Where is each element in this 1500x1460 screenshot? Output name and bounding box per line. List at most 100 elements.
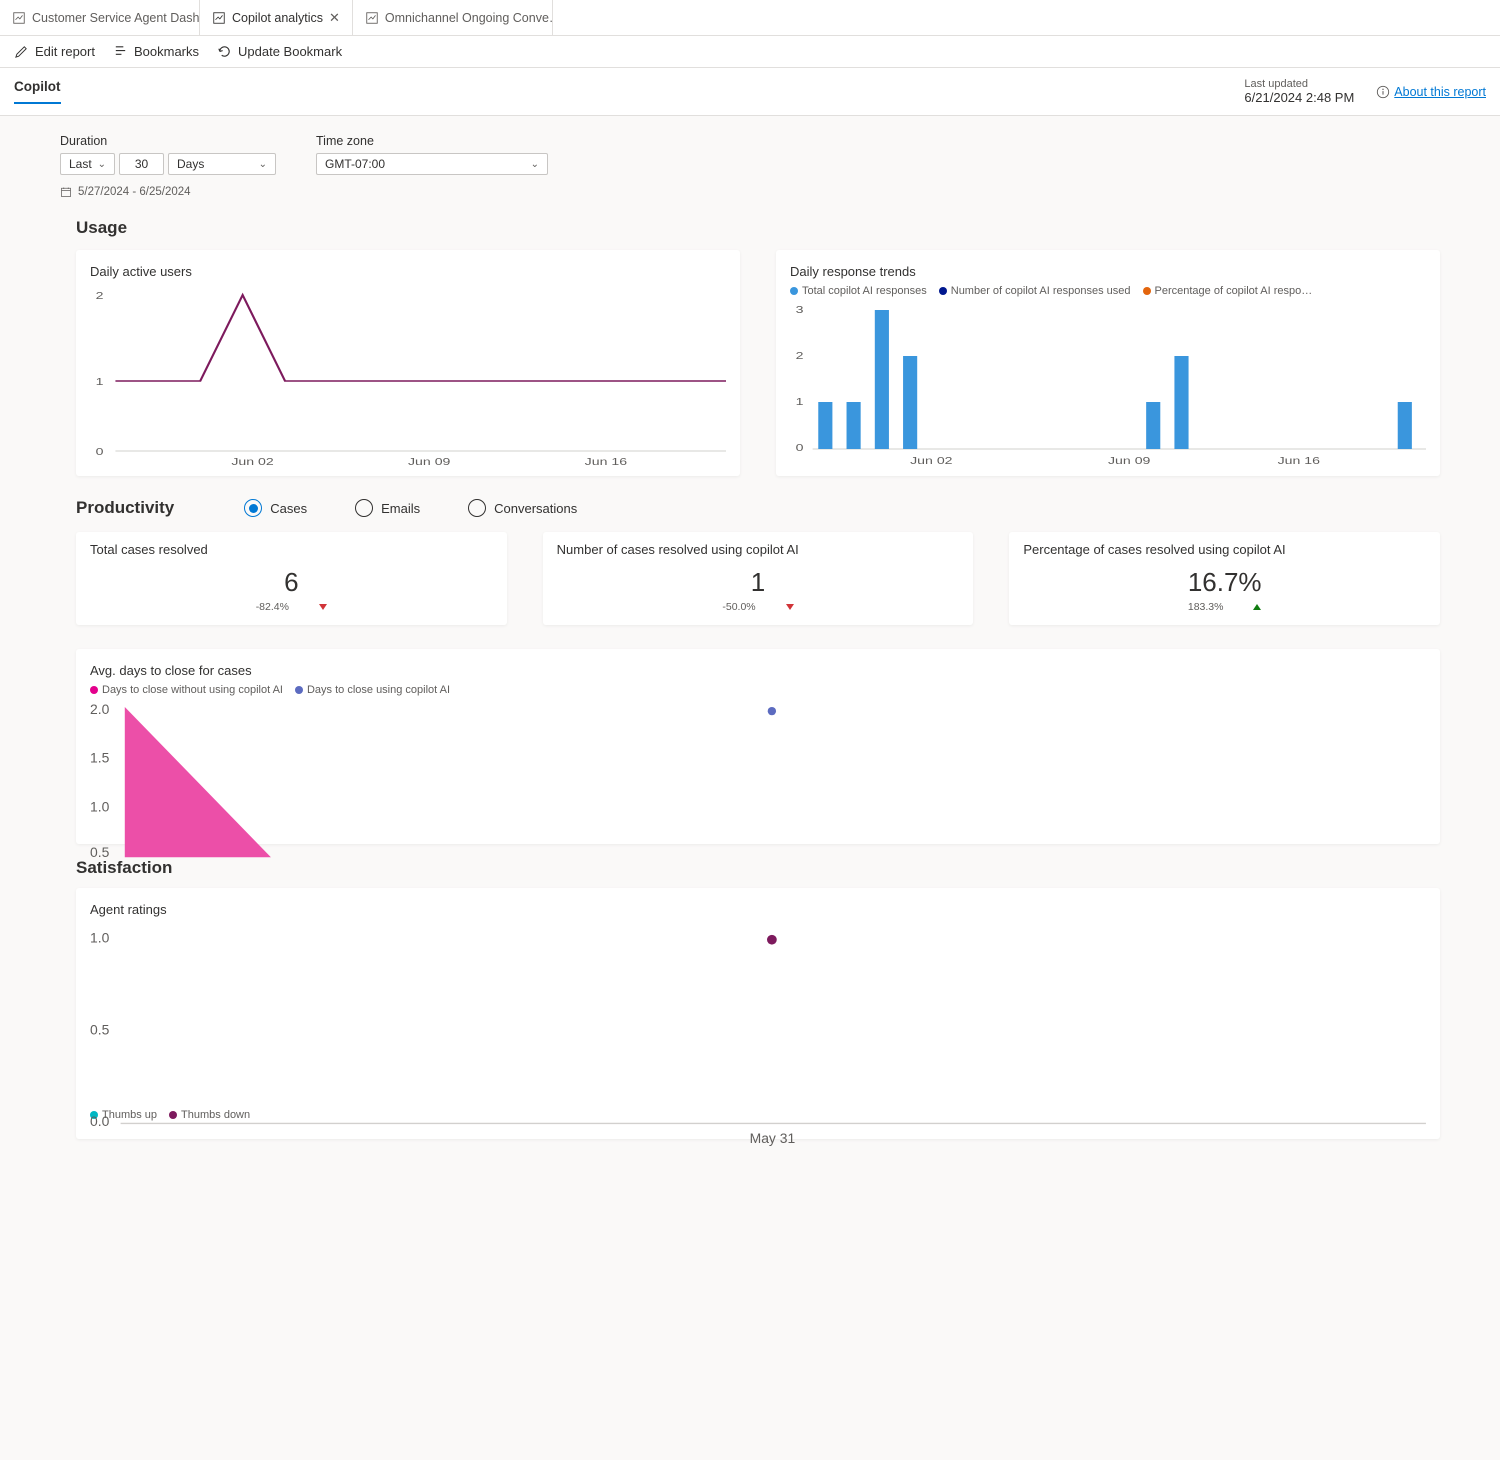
radio-cases[interactable]: Cases: [244, 499, 307, 517]
trend-down-icon: [786, 604, 794, 610]
date-range-text: 5/27/2024 - 6/25/2024: [78, 186, 191, 198]
bookmark-icon: [113, 44, 128, 59]
last-updated-label: Last updated: [1244, 78, 1354, 90]
kpi-delta: -50.0%: [722, 601, 755, 613]
tab-omnichannel[interactable]: Omnichannel Ongoing Conve…: [353, 0, 553, 35]
daily-response-trends-card: Daily response trends Total copilot AI r…: [776, 250, 1440, 476]
card-title: Avg. days to close for cases: [90, 663, 1426, 678]
radio-icon: [244, 499, 262, 517]
trend-down-icon: [319, 604, 327, 610]
radio-icon: [468, 499, 486, 517]
svg-text:Jun 02: Jun 02: [910, 455, 953, 466]
select-value: Days: [177, 157, 204, 171]
radio-label: Conversations: [494, 501, 577, 516]
tab-copilot-analytics[interactable]: Copilot analytics ✕: [200, 0, 353, 35]
close-icon[interactable]: ✕: [329, 10, 340, 26]
duration-unit-select[interactable]: Days ⌄: [168, 153, 276, 175]
svg-text:May 31: May 31: [750, 1130, 796, 1146]
about-label: About this report: [1394, 85, 1486, 99]
date-range-display: 5/27/2024 - 6/25/2024: [60, 186, 276, 198]
kpi-delta: -82.4%: [256, 601, 289, 613]
trend-up-icon: [1253, 604, 1261, 610]
toolbar-label: Update Bookmark: [238, 44, 342, 59]
report-icon: [212, 11, 226, 25]
svg-text:Jun 02: Jun 02: [231, 456, 274, 465]
chart-legend: Total copilot AI responses Number of cop…: [790, 285, 1426, 297]
legend-label: Days to close using copilot AI: [307, 684, 450, 696]
agent-ratings-card: Agent ratings 1.0 0.5 0.0 May 31 Thumbs …: [76, 888, 1440, 1139]
subtab-copilot[interactable]: Copilot: [14, 79, 61, 104]
edit-report-button[interactable]: Edit report: [14, 44, 95, 59]
update-bookmark-button[interactable]: Update Bookmark: [217, 44, 342, 59]
filter-bar: Duration Last ⌄ 30 Days ⌄ 5/27/2024 - 6/…: [0, 130, 1500, 204]
timezone-filter: Time zone GMT-07:00 ⌄: [316, 134, 548, 198]
avg-days-chart: 2.0 1.5 1.0 0.5: [90, 700, 1426, 830]
report-icon: [12, 11, 26, 25]
radio-label: Cases: [270, 501, 307, 516]
kpi-value: 16.7%: [1023, 567, 1426, 598]
kpi-percent-copilot: Percentage of cases resolved using copil…: [1009, 532, 1440, 625]
legend-dot: [90, 686, 98, 694]
legend-label: Number of copilot AI responses used: [951, 285, 1131, 297]
legend-dot: [295, 686, 303, 694]
refresh-icon: [217, 44, 232, 59]
svg-text:2.0: 2.0: [90, 701, 110, 717]
calendar-icon: [60, 186, 72, 198]
svg-text:2: 2: [96, 290, 104, 301]
svg-text:0: 0: [96, 446, 104, 457]
report-toolbar: Edit report Bookmarks Update Bookmark: [0, 36, 1500, 68]
about-report-link[interactable]: About this report: [1376, 85, 1486, 99]
svg-text:Jun 16: Jun 16: [1278, 455, 1321, 466]
daily-active-users-card: Daily active users 2 1 0 Jun 02 Jun 09 J…: [76, 250, 740, 476]
svg-text:1.0: 1.0: [90, 798, 110, 814]
select-value: 30: [135, 157, 148, 171]
svg-text:Jun 16: Jun 16: [585, 456, 628, 465]
productivity-title: Productivity: [76, 498, 174, 518]
kpi-title: Number of cases resolved using copilot A…: [557, 542, 960, 557]
svg-text:Jun 09: Jun 09: [408, 456, 451, 465]
tab-customer-service[interactable]: Customer Service Agent Dash…: [0, 0, 200, 35]
chevron-down-icon: ⌄: [531, 159, 539, 170]
radio-conversations[interactable]: Conversations: [468, 499, 577, 517]
svg-text:0.5: 0.5: [90, 1021, 110, 1037]
card-title: Agent ratings: [90, 902, 1426, 917]
svg-text:1: 1: [96, 376, 104, 387]
svg-text:1.5: 1.5: [90, 750, 110, 766]
timezone-select[interactable]: GMT-07:00 ⌄: [316, 153, 548, 175]
kpi-delta: 183.3%: [1188, 601, 1224, 613]
duration-number-input[interactable]: 30: [119, 153, 164, 175]
last-updated: Last updated 6/21/2024 2:48 PM: [1244, 78, 1354, 105]
report-icon: [365, 11, 379, 25]
usage-section-title: Usage: [0, 204, 1500, 244]
kpi-cases-copilot: Number of cases resolved using copilot A…: [543, 532, 974, 625]
chart-legend: Days to close without using copilot AI D…: [90, 684, 1426, 696]
kpi-value: 6: [90, 567, 493, 598]
info-icon: [1376, 85, 1390, 99]
select-value: GMT-07:00: [325, 157, 385, 171]
card-title: Daily active users: [90, 264, 726, 279]
legend-dot: [939, 287, 947, 295]
legend-dot: [790, 287, 798, 295]
duration-filter: Duration Last ⌄ 30 Days ⌄ 5/27/2024 - 6/…: [60, 134, 276, 198]
subheader-right: Last updated 6/21/2024 2:48 PM About thi…: [1244, 78, 1486, 105]
svg-text:1.0: 1.0: [90, 929, 110, 945]
kpi-total-cases: Total cases resolved 6 -82.4%: [76, 532, 507, 625]
bookmarks-button[interactable]: Bookmarks: [113, 44, 199, 59]
duration-mode-select[interactable]: Last ⌄: [60, 153, 115, 175]
tab-label: Customer Service Agent Dash…: [32, 11, 200, 25]
duration-label: Duration: [60, 134, 276, 148]
pencil-icon: [14, 44, 29, 59]
radio-icon: [355, 499, 373, 517]
kpi-title: Total cases resolved: [90, 542, 493, 557]
chevron-down-icon: ⌄: [259, 159, 267, 170]
productivity-header: Productivity Cases Emails Conversations: [0, 476, 1500, 526]
radio-label: Emails: [381, 501, 420, 516]
tab-label: Omnichannel Ongoing Conve…: [385, 11, 553, 25]
productivity-radio-group: Cases Emails Conversations: [244, 499, 577, 517]
last-updated-value: 6/21/2024 2:48 PM: [1244, 90, 1354, 105]
avg-days-card: Avg. days to close for cases Days to clo…: [76, 649, 1440, 844]
radio-emails[interactable]: Emails: [355, 499, 420, 517]
report-body: Duration Last ⌄ 30 Days ⌄ 5/27/2024 - 6/…: [0, 116, 1500, 1159]
legend-label: Total copilot AI responses: [802, 285, 927, 297]
svg-text:0.5: 0.5: [90, 844, 110, 860]
